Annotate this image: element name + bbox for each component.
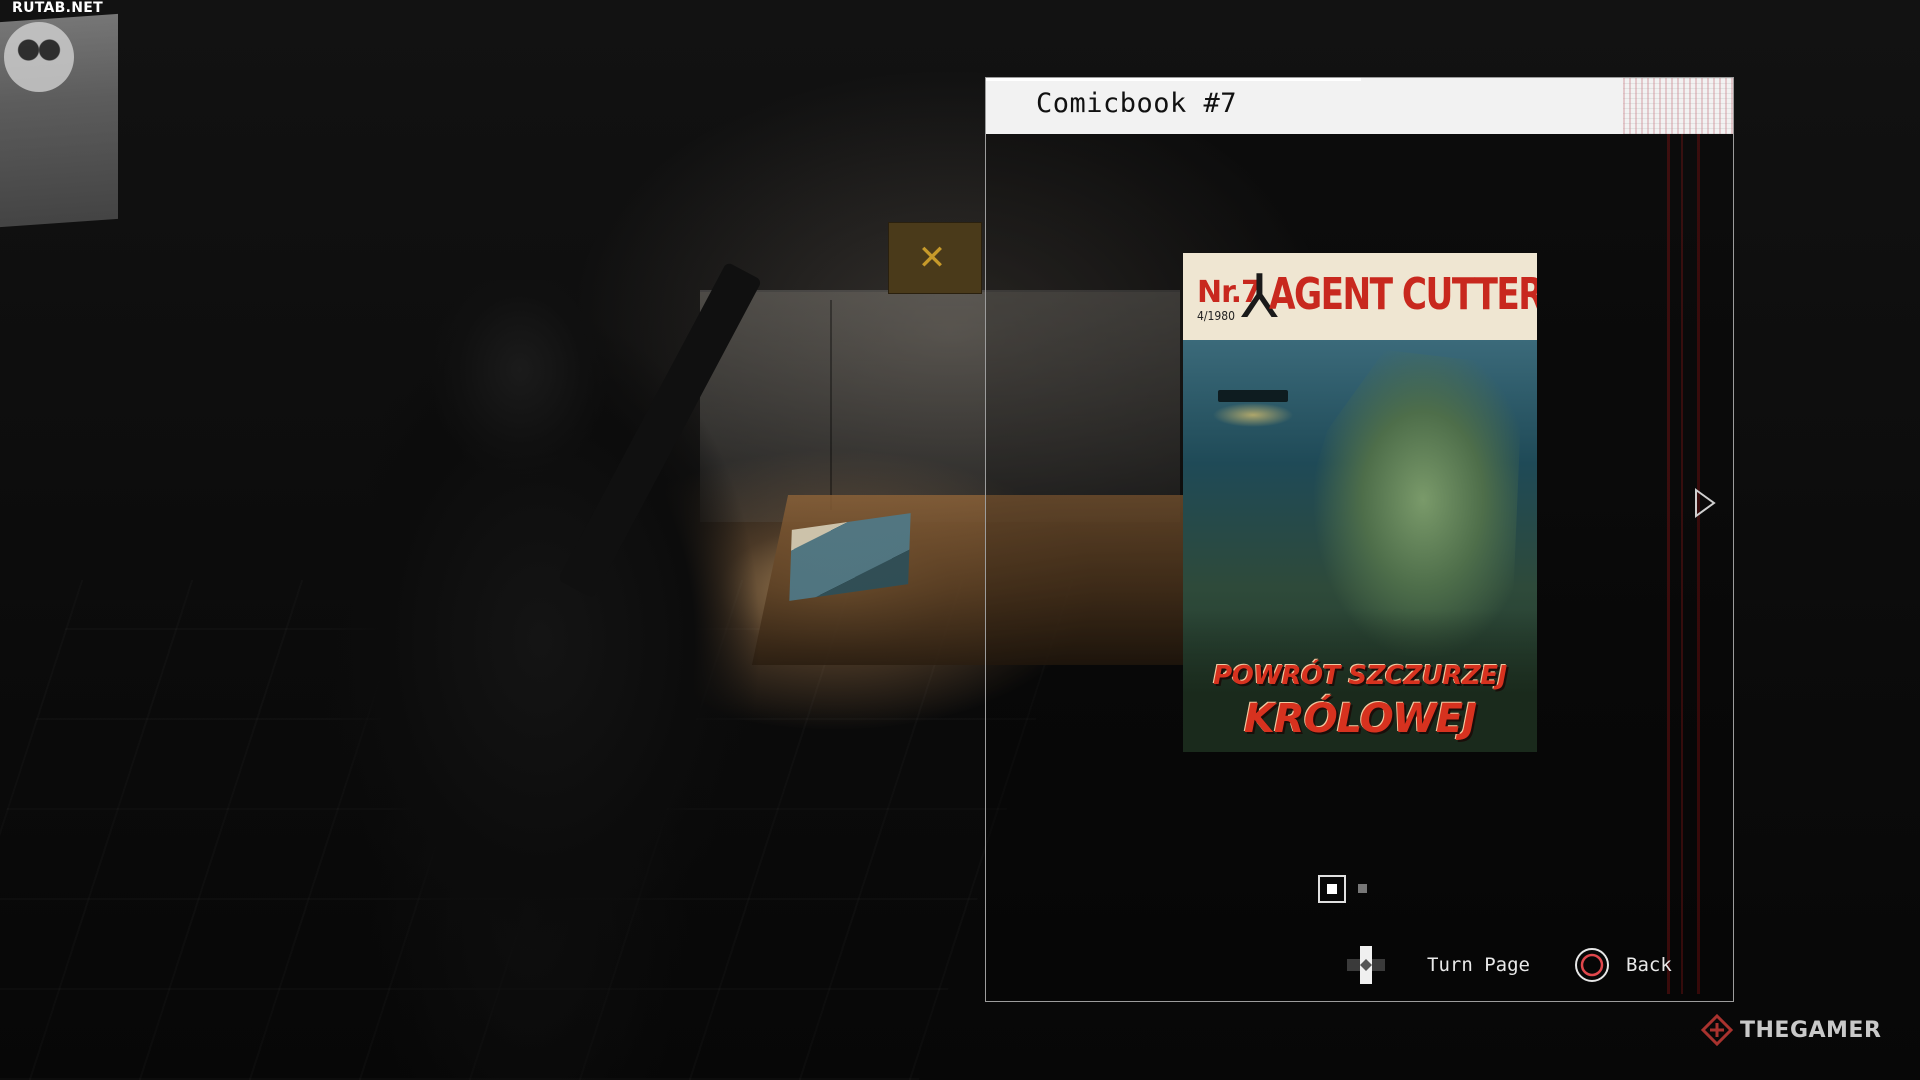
cover-subtitle-line2: KRÓLOWEJ xyxy=(1243,696,1477,742)
cover-subtitle-line1: POWRÓT SZCZURZEJ xyxy=(1213,661,1507,691)
page-indicator-next[interactable] xyxy=(1358,884,1367,893)
counter-divider xyxy=(830,300,832,510)
comic-cover: Nr.7 4/1980 ⅄ AGENT CUTTERS POWRÓT SZCZU… xyxy=(1183,253,1537,752)
skull-poster-icon xyxy=(4,22,74,92)
ship-silhouette xyxy=(1218,390,1288,402)
page-indicator-current[interactable] xyxy=(1318,875,1346,903)
cover-series-title: AGENT CUTTERS xyxy=(1269,269,1537,320)
dpad-icon xyxy=(1345,944,1387,986)
back-prompt[interactable]: Back xyxy=(1574,945,1672,985)
page-indicator xyxy=(1318,875,1378,903)
panel-title: Comicbook #7 xyxy=(1036,88,1238,119)
cover-masthead: Nr.7 4/1980 ⅄ AGENT CUTTERS xyxy=(1183,253,1537,340)
next-page-arrow-icon[interactable] xyxy=(1694,488,1716,518)
turn-page-label: Turn Page xyxy=(1427,954,1530,976)
brand-watermark: THEGAMER xyxy=(1700,1013,1881,1047)
back-label: Back xyxy=(1626,954,1672,976)
brand-watermark-text: THEGAMER xyxy=(1740,1017,1882,1043)
thegamer-logo-icon xyxy=(1700,1013,1734,1047)
crate-mark-icon: ✕ xyxy=(917,238,947,278)
panel-header: Comicbook #7 xyxy=(986,78,1733,134)
turn-page-prompt[interactable]: Turn Page xyxy=(1345,945,1530,985)
player-character-silhouette xyxy=(320,280,800,1080)
circle-button-icon xyxy=(1574,947,1610,983)
header-decoration xyxy=(1623,78,1733,134)
panel-edge-stripes xyxy=(1659,134,1719,994)
site-watermark: RUTAB.NET xyxy=(12,0,103,16)
header-accent-line xyxy=(986,78,1361,81)
cover-issue-date: 4/1980 xyxy=(1197,309,1235,323)
